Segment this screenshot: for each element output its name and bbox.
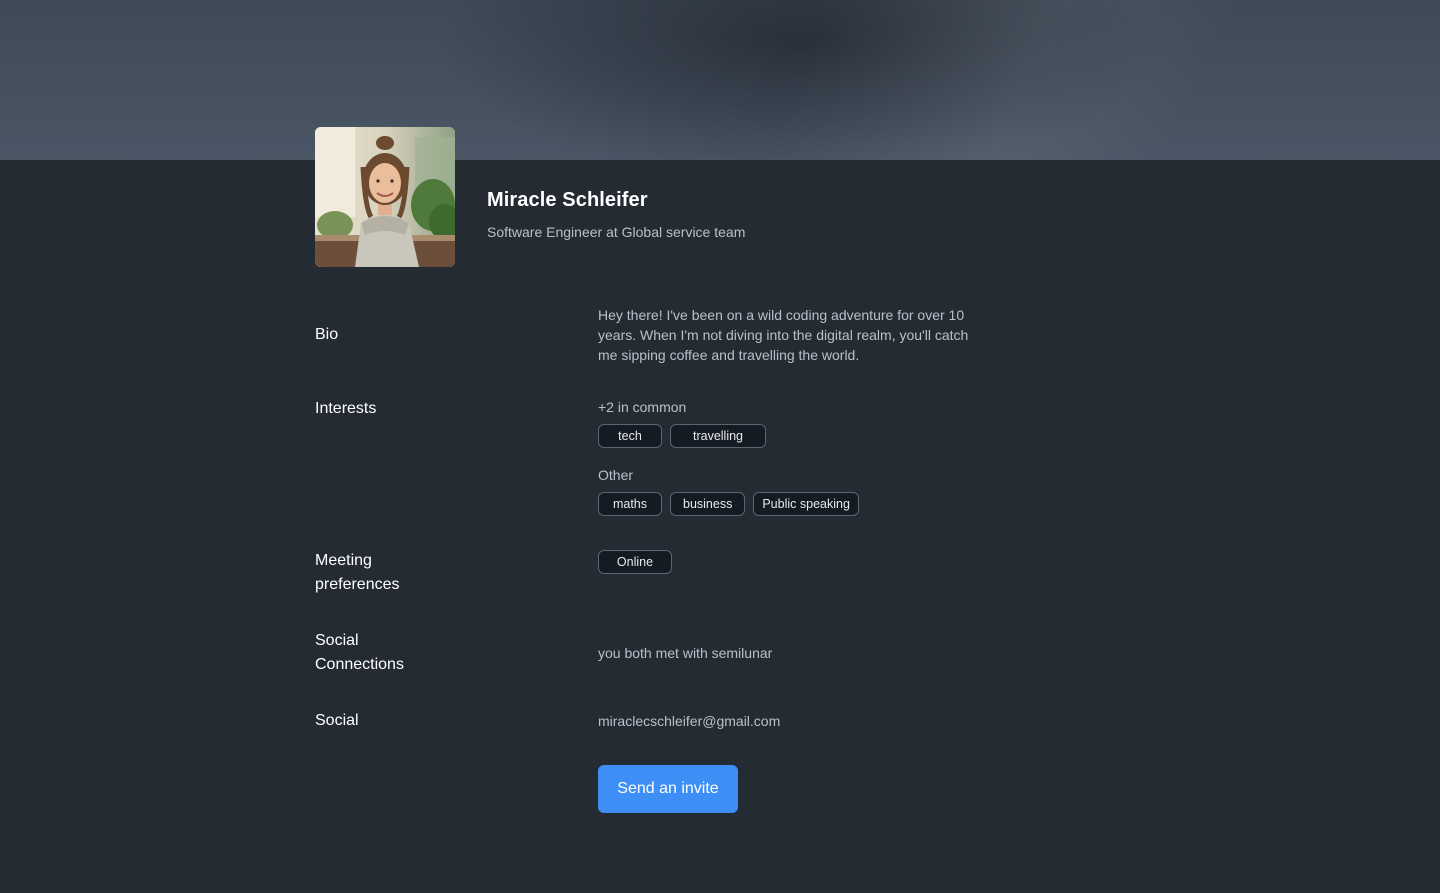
social-label: Social — [315, 712, 359, 729]
send-invite-button[interactable]: Send an invite — [598, 765, 738, 813]
avatar — [315, 127, 455, 267]
social-connections-label-line2: Connections — [315, 656, 404, 673]
common-interests-chips: tech travelling — [598, 424, 766, 448]
interest-chip-maths[interactable]: maths — [598, 492, 662, 516]
bio-text: Hey there! I've been on a wild coding ad… — [598, 307, 969, 363]
meeting-preferences-label-line2: preferences — [315, 576, 400, 593]
social-connections-label: Social Connections — [315, 629, 455, 677]
common-interests-heading: +2 in common — [598, 399, 687, 415]
social-connections-label-line1: Social — [315, 632, 359, 649]
interest-chip-tech[interactable]: tech — [598, 424, 662, 448]
interests-label: Interests — [315, 400, 377, 417]
meeting-preference-chips: Online — [598, 550, 672, 574]
avatar-photo — [315, 127, 455, 267]
social-email[interactable]: miraclecschleifer@gmail.com — [598, 711, 780, 731]
interest-chip-public-speaking[interactable]: Public speaking — [753, 492, 859, 516]
other-interests-heading: Other — [598, 467, 634, 483]
meeting-chip-online[interactable]: Online — [598, 550, 672, 574]
interest-chip-travelling[interactable]: travelling — [670, 424, 766, 448]
profile-page: Miracle Schleifer Software Engineer at G… — [0, 0, 1440, 893]
interest-chip-business[interactable]: business — [670, 492, 746, 516]
meeting-preferences-label: Meeting preferences — [315, 549, 455, 597]
meeting-preferences-label-line1: Meeting — [315, 552, 372, 569]
profile-name: Miracle Schleifer — [487, 189, 648, 211]
cover-banner — [0, 0, 1440, 160]
profile-title: Software Engineer at Global service team — [487, 224, 746, 240]
social-connections-text: you both met with semilunar — [598, 645, 773, 661]
bio-label: Bio — [315, 326, 339, 343]
other-interests-chips: maths business Public speaking — [598, 492, 859, 516]
